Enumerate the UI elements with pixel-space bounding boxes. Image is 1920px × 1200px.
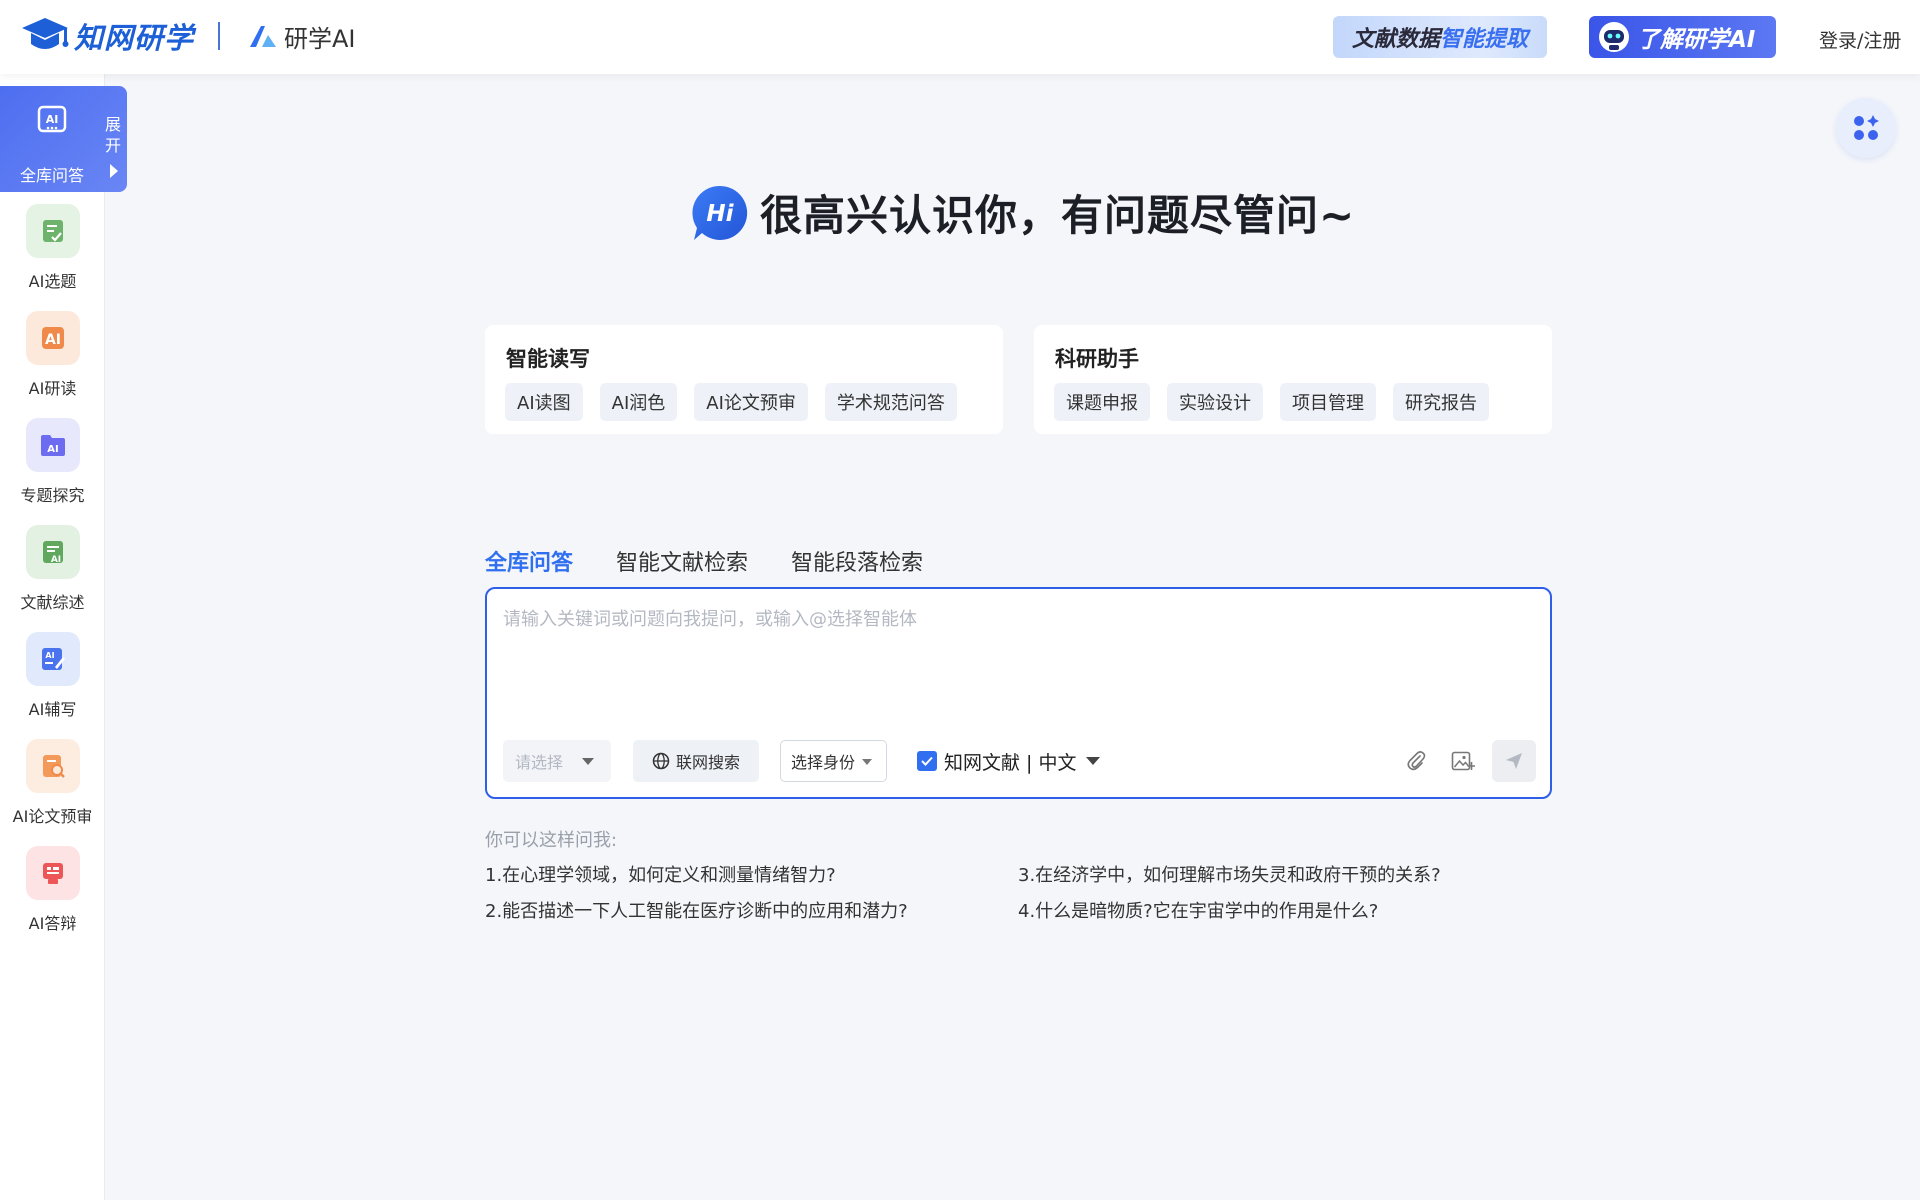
- sidebar-item-literature-review[interactable]: AI 文献综述: [0, 525, 105, 625]
- tag-ai-polish[interactable]: AI润色: [599, 383, 678, 421]
- ai-chat-icon: AI: [37, 105, 67, 133]
- tag-project-management[interactable]: 项目管理: [1280, 383, 1376, 421]
- svg-text:AI: AI: [46, 113, 59, 126]
- question-input[interactable]: [503, 605, 1533, 715]
- sidebar-item-label: 专题探究: [20, 486, 85, 505]
- yanxue-ai-logo-icon: [250, 26, 276, 47]
- web-search-label: 联网搜索: [675, 753, 740, 772]
- sidebar-item-label: AI研读: [28, 379, 77, 398]
- apps-menu-button[interactable]: [1836, 98, 1896, 158]
- expand-arrow-icon[interactable]: [110, 164, 118, 178]
- tab-smart-paragraph-search[interactable]: 智能段落检索: [791, 545, 923, 577]
- sidebar-active-label: 全库问答: [19, 166, 84, 185]
- svg-text:AI: AI: [47, 444, 58, 455]
- banner2-text: 了解研学AI: [1637, 27, 1756, 53]
- web-search-button[interactable]: 联网搜索: [633, 740, 759, 782]
- role-select-label: 选择身份: [791, 753, 856, 772]
- learn-yanxue-ai-banner[interactable]: 了解研学AI: [1589, 16, 1776, 58]
- paperclip-icon: [1407, 751, 1426, 771]
- tab-full-library-qa[interactable]: 全库问答: [485, 545, 573, 577]
- smart-read-write-card: 智能读写 AI读图 AI润色 AI论文预审 学术规范问答: [485, 325, 1003, 434]
- send-icon: [1506, 753, 1522, 769]
- image-add-icon: [1451, 751, 1475, 771]
- sidebar-item-label: AI选题: [28, 272, 77, 291]
- literature-extract-banner[interactable]: 文献数据 智能提取: [1333, 16, 1547, 58]
- research-assistant-card: 科研助手 课题申报 实验设计 项目管理 研究报告: [1034, 325, 1552, 434]
- graduation-cap-icon: [22, 18, 69, 49]
- banner1-part2: 智能提取: [1440, 27, 1529, 52]
- chevron-down-icon: [862, 759, 872, 765]
- greeting-banner: Hi 很高兴认识你，有问题尽管问~: [690, 182, 1355, 243]
- left-sidebar: AI 全库问答 展开 AI选题 AI AI研读 AI 专题探究 AI 文献综述 …: [0, 74, 127, 1200]
- apps-grid-icon: [1854, 115, 1879, 140]
- source-checkbox[interactable]: [917, 751, 937, 771]
- hi-chat-bubble-icon: Hi: [692, 185, 748, 240]
- sidebar-item-label: AI辅写: [28, 700, 77, 719]
- cnki-logo[interactable]: 知网研学: [20, 14, 194, 58]
- brand2-text: 研学AI: [284, 24, 356, 53]
- suggestion-item[interactable]: 1.在心理学领域，如何定义和测量情绪智力?: [485, 861, 836, 887]
- top-header: 知网研学 研学AI 文献数据 智能提取 了解研学AI 登录/注册: [0, 0, 1920, 74]
- attach-file-button[interactable]: [1395, 740, 1437, 782]
- card-title: 智能读写: [506, 347, 590, 371]
- question-input-box: 请选择 联网搜索 选择身份 知网文献 | 中文: [485, 587, 1552, 799]
- greeting-text: 很高兴认识你，有问题尽管问~: [760, 191, 1356, 240]
- sidebar-item-topic-explore[interactable]: AI 专题探究: [0, 418, 105, 518]
- svg-text:AI: AI: [45, 332, 61, 348]
- suggestion-item[interactable]: 2.能否描述一下人工智能在医疗诊断中的应用和潜力?: [485, 897, 908, 923]
- sidebar-item-ai-write[interactable]: AI AI辅写: [0, 632, 105, 732]
- source-selector[interactable]: 知网文献 | 中文: [917, 740, 1101, 782]
- sidebar-item-full-library-qa[interactable]: AI 全库问答 展开: [0, 86, 127, 192]
- tag-research-report[interactable]: 研究报告: [1393, 383, 1489, 421]
- defense-icon: [26, 846, 80, 900]
- source-label: 知网文献 | 中文: [944, 751, 1077, 774]
- ai-read-icon: AI: [26, 311, 80, 365]
- sidebar-item-ai-defense[interactable]: AI答辩: [0, 846, 105, 946]
- ai-write-icon: AI: [26, 632, 80, 686]
- banner1-part1: 文献数据: [1351, 27, 1440, 52]
- tag-academic-norms-qa[interactable]: 学术规范问答: [824, 383, 957, 421]
- tag-project-application[interactable]: 课题申报: [1054, 383, 1150, 421]
- folder-ai-icon: AI: [26, 418, 80, 472]
- login-register-link[interactable]: 登录/注册: [1819, 26, 1901, 53]
- sidebar-expand-toggle[interactable]: 展开: [104, 114, 122, 156]
- chevron-down-icon: [582, 758, 594, 765]
- review-icon: AI: [26, 525, 80, 579]
- sidebar-item-label: AI论文预审: [12, 807, 93, 826]
- header-divider: [218, 22, 220, 50]
- card-title: 科研助手: [1055, 347, 1139, 371]
- suggestions-label: 你可以这样问我:: [485, 830, 618, 851]
- tag-ai-read-image[interactable]: AI读图: [505, 383, 583, 421]
- checklist-icon: [26, 204, 80, 258]
- sidebar-item-ai-topic[interactable]: AI选题: [0, 204, 105, 304]
- sidebar-item-label: AI答辩: [28, 914, 77, 933]
- svg-text:AI: AI: [51, 555, 61, 565]
- tag-ai-paper-review[interactable]: AI论文预审: [694, 383, 808, 421]
- send-button[interactable]: [1492, 740, 1536, 782]
- agent-select-placeholder: 请选择: [515, 753, 564, 772]
- agent-select-dropdown[interactable]: 请选择: [503, 740, 611, 782]
- svg-text:AI: AI: [45, 651, 54, 660]
- tab-smart-literature-search[interactable]: 智能文献检索: [616, 545, 748, 577]
- globe-icon: [652, 752, 670, 770]
- sidebar-item-ai-paper-review[interactable]: AI论文预审: [0, 739, 105, 839]
- paper-search-icon: [26, 739, 80, 793]
- sidebar-item-label: 文献综述: [20, 593, 85, 612]
- tag-experiment-design[interactable]: 实验设计: [1167, 383, 1263, 421]
- upload-image-button[interactable]: [1442, 740, 1484, 782]
- chevron-down-icon[interactable]: [1086, 757, 1101, 765]
- sidebar-item-ai-read[interactable]: AI AI研读: [0, 311, 105, 411]
- suggestion-item[interactable]: 3.在经济学中，如何理解市场失灵和政府干预的关系?: [1018, 861, 1441, 887]
- search-mode-tabs: 全库问答 智能文献检索 智能段落检索: [485, 545, 923, 577]
- check-icon: [921, 756, 933, 766]
- robot-icon: [1599, 22, 1629, 52]
- yanxue-ai-brand[interactable]: 研学AI: [248, 18, 356, 54]
- role-select-dropdown[interactable]: 选择身份: [780, 740, 887, 782]
- logo-text: 知网研学: [74, 21, 195, 55]
- suggestion-item[interactable]: 4.什么是暗物质?它在宇宙学中的作用是什么?: [1018, 897, 1378, 923]
- svg-text:Hi: Hi: [706, 201, 734, 227]
